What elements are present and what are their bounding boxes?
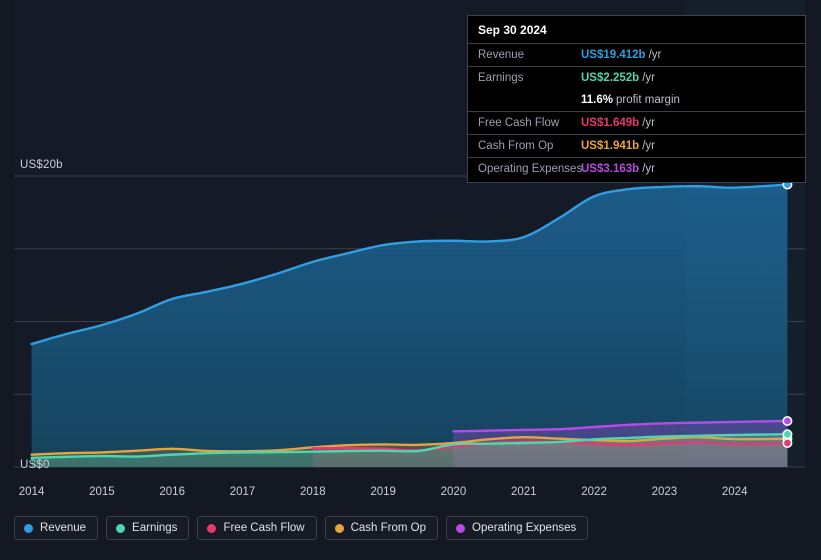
legend-item-label: Free Cash Flow [223,522,305,534]
tooltip-row-value: 11.6% [581,94,613,106]
legend-color-dot-icon [24,523,33,533]
legend-color-dot-icon [207,523,217,533]
legend-item-free-cash-flow[interactable]: Free Cash Flow [197,516,317,540]
tooltip-row-value: US$3.163b [581,163,640,175]
tooltip-row: Cash From Op US$1.941b/yr [468,134,805,157]
tooltip-row-label: Operating Expenses [478,163,583,175]
tooltip-row-unit: /yr [642,72,655,84]
tooltip-row-value: US$1.941b [581,140,640,152]
tooltip-row: Earnings US$2.252b/yr [468,66,805,89]
legend-color-dot-icon [116,523,126,533]
y-axis-top-label: US$20b [20,159,63,171]
x-axis: 2014 2015 2016 2017 2018 2019 2020 2021 2022 2023… [0,486,821,504]
tooltip-row-unit: profit margin [615,94,680,106]
x-axis-tick-label: 2015 [89,486,115,498]
data-tooltip: Sep 30 2024 Revenue US$19.412b/yr Earnings… [467,15,806,183]
legend-item-label: Operating Expenses [472,522,577,534]
legend-item-revenue[interactable]: Revenue [14,516,99,540]
x-axis-tick-label: 2018 [300,486,326,498]
tooltip-row-unit: /yr [648,49,662,61]
tooltip-row-label: Cash From Op [478,140,554,152]
tooltip-row-label: Free Cash Flow [478,117,560,129]
x-axis-tick-label: 2021 [510,486,537,498]
tooltip-row-label: Revenue [478,49,525,61]
tooltip-date: Sep 30 2024 [478,23,547,37]
tooltip-row-value: US$19.412b [581,49,646,61]
tooltip-row-value: US$2.252b [581,72,640,84]
legend-item-label: Revenue [40,522,87,534]
legend-item-label: Cash From Op [350,522,427,534]
tooltip-row-unit: /yr [642,163,655,175]
tooltip-row: Free Cash Flow US$1.649b/yr [468,111,805,134]
legend-color-dot-icon [456,523,466,533]
tooltip-row: 11.6% profit margin [468,89,805,111]
legend-item-operating-expenses[interactable]: Operating Expenses [446,516,589,540]
tooltip-row-label: Earnings [478,72,524,84]
x-axis-tick-label: 2023 [651,486,678,498]
x-axis-tick-label: 2014 [18,486,45,498]
legend-item-label: Earnings [132,522,178,534]
tooltip-row-unit: /yr [642,117,655,129]
legend-color-dot-icon [334,523,344,533]
tooltip-row: Revenue US$19.412b/yr [468,43,805,66]
legend-item-earnings[interactable]: Earnings [106,516,190,540]
legend-item-cash-from-op[interactable]: Cash From Op [324,516,439,540]
x-axis-tick-label: 2024 [721,486,748,498]
x-axis-tick-label: 2016 [159,486,185,498]
x-axis-tick-label: 2022 [581,486,607,498]
tooltip-row-value: US$1.649b [581,117,640,129]
x-axis-tick-label: 2020 [440,486,467,498]
financial-chart: US$20b US$0 2014 2015 2016 2017 2018 2019 2020… [0,0,821,560]
y-axis-zero-label: US$0 [20,459,50,471]
tooltip-rows: Revenue US$19.412b/yr Earnings US$2.252b/yr… [468,43,805,180]
tooltip-row-unit: /yr [642,140,655,152]
tooltip-row: Operating Expenses US$3.163b/yr [468,157,805,180]
x-axis-tick-label: 2017 [229,486,256,498]
x-axis-tick-label: 2019 [370,486,396,498]
chart-legend: Revenue Earnings Free Cash Flow Cash From O… [14,516,589,540]
